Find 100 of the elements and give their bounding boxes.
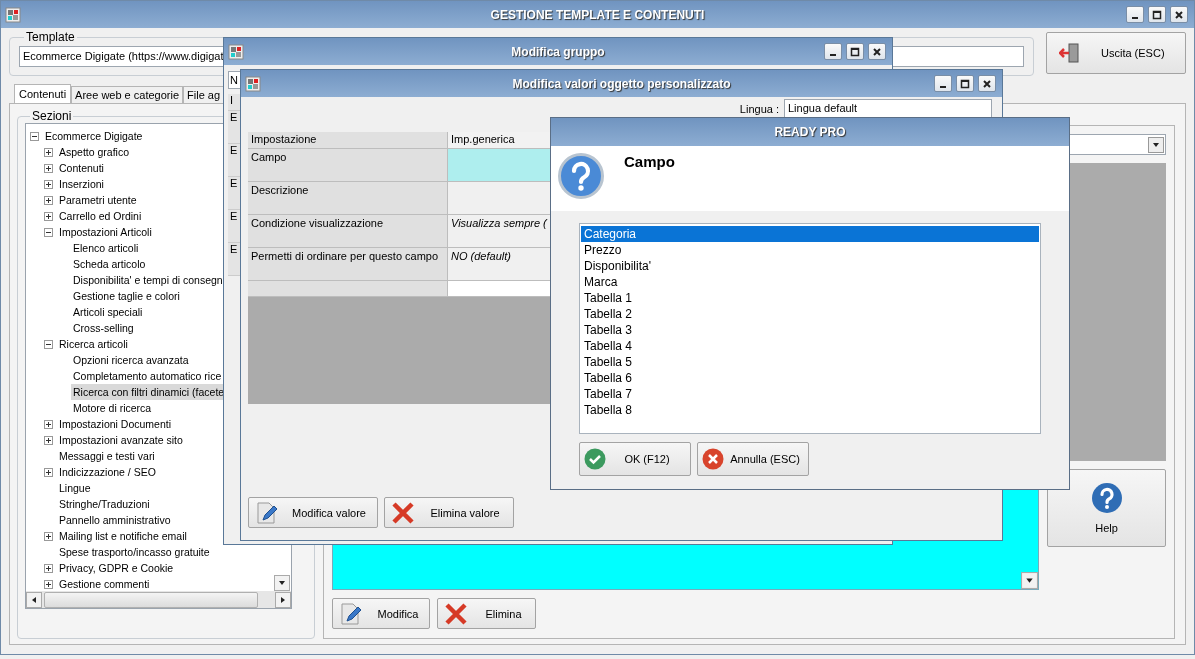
edit-document-icon (339, 601, 363, 626)
language-label: Lingua : (739, 102, 779, 115)
tree-item[interactable]: Motore di ricerca (71, 400, 154, 416)
minimize-icon (1132, 16, 1138, 19)
tree-item[interactable]: Pannello amministrativo (57, 512, 173, 528)
tree-item[interactable]: Stringhe/Traduzioni (57, 496, 152, 512)
close-button[interactable] (1170, 6, 1188, 23)
ok-button[interactable]: OK (F12) (579, 442, 691, 476)
tree-item[interactable]: Aspetto grafico (57, 144, 132, 160)
scroll-down-icon[interactable] (1021, 572, 1038, 589)
expand-icon[interactable] (44, 211, 53, 221)
tree-item[interactable]: Parametri utente (57, 192, 139, 208)
expand-icon[interactable] (44, 563, 53, 573)
expand-icon[interactable] (44, 435, 53, 445)
tree-item[interactable]: Completamento automatico rice (71, 368, 224, 384)
tree-item[interactable]: Cross-selling (71, 320, 136, 336)
question-icon (558, 153, 604, 199)
table-cell: Permetti di ordinare per questo campo (248, 248, 448, 281)
tab[interactable]: Contenuti (14, 84, 72, 103)
close-icon (872, 46, 882, 57)
list-item[interactable]: Tabella 7 (581, 386, 1039, 402)
minimize-icon (830, 53, 836, 56)
minimize-button[interactable] (824, 43, 842, 60)
table-cell: Condizione visualizzazione (248, 215, 448, 248)
list-item[interactable]: Prezzo (581, 242, 1039, 258)
list-item[interactable]: Tabella 2 (581, 306, 1039, 322)
delete-button[interactable]: Elimina (437, 598, 536, 629)
group-label: Sezioni (31, 109, 73, 123)
edit-button[interactable]: Modifica (332, 598, 430, 629)
tab[interactable]: File ag (183, 86, 225, 103)
list-item[interactable]: Tabella 1 (581, 290, 1039, 306)
expand-icon[interactable] (44, 467, 53, 477)
check-icon (584, 448, 606, 470)
app-icon (228, 43, 244, 60)
close-button[interactable] (868, 43, 886, 60)
maximize-button[interactable] (1148, 6, 1166, 23)
tree-item[interactable]: Impostazioni Articoli (57, 224, 154, 240)
window-title: Modifica valori oggetto personalizzato (512, 76, 731, 91)
tree-item[interactable]: Spese trasporto/incasso gratuite (57, 544, 212, 560)
tree-item[interactable]: Gestione taglie e colori (71, 288, 182, 304)
scroll-left-icon[interactable] (26, 591, 42, 608)
scroll-thumb[interactable] (44, 591, 258, 608)
tab[interactable]: Aree web e categorie (71, 86, 184, 103)
list-item[interactable]: Tabella 4 (581, 338, 1039, 354)
tree-item[interactable]: Disponibilita' e tempi di consegn (71, 272, 225, 288)
tree-item[interactable]: Mailing list e notifiche email (57, 528, 189, 544)
delete-button[interactable]: Elimina valore (384, 497, 514, 528)
minimize-button[interactable] (934, 75, 952, 92)
tree-item[interactable]: Carrello ed Ordini (57, 208, 144, 224)
tree-item[interactable]: Ecommerce Digigate (43, 128, 145, 144)
list-item[interactable]: Marca (581, 274, 1039, 290)
help-icon (1090, 482, 1123, 514)
list-item[interactable]: Disponibilita' (581, 258, 1039, 274)
collapse-icon[interactable] (44, 227, 53, 237)
tree-item[interactable]: Impostazioni avanzate sito (57, 432, 185, 448)
maximize-button[interactable] (846, 43, 864, 60)
tree-item[interactable]: Opzioni ricerca avanzata (71, 352, 191, 368)
tree-item[interactable]: Ricerca articoli (57, 336, 130, 352)
tree-item[interactable]: Scheda articolo (71, 256, 148, 272)
tree-item[interactable]: Impostazioni Documenti (57, 416, 174, 432)
cancel-button[interactable]: Annulla (ESC) (697, 442, 809, 476)
tree-item[interactable]: Lingue (57, 480, 93, 496)
help-button[interactable]: Help (1047, 469, 1166, 547)
edit-button[interactable]: Modifica valore (248, 497, 378, 528)
tree-item[interactable]: Contenuti (57, 160, 106, 176)
scroll-down-icon[interactable] (274, 575, 290, 591)
delete-x-icon (391, 500, 415, 525)
minimize-button[interactable] (1126, 6, 1144, 23)
list-item[interactable]: Tabella 3 (581, 322, 1039, 338)
expand-icon[interactable] (44, 531, 53, 541)
exit-door-icon (1059, 42, 1081, 64)
delete-x-icon (444, 601, 468, 626)
expand-icon[interactable] (44, 195, 53, 205)
collapse-icon[interactable] (44, 339, 53, 349)
dialog-heading: Campo (624, 153, 675, 170)
list-item[interactable]: Tabella 8 (581, 402, 1039, 418)
expand-icon[interactable] (44, 147, 53, 157)
tree-item[interactable]: Messaggi e testi vari (57, 448, 157, 464)
maximize-button[interactable] (956, 75, 974, 92)
collapse-icon[interactable] (30, 131, 39, 141)
tree-item[interactable]: Inserzioni (57, 176, 106, 192)
cancel-icon (702, 448, 724, 470)
horizontal-scrollbar[interactable] (26, 591, 291, 608)
expand-icon[interactable] (44, 163, 53, 173)
list-item[interactable]: Categoria (581, 226, 1039, 242)
expand-icon[interactable] (44, 419, 53, 429)
tree-item[interactable]: Privacy, GDPR e Cookie (57, 560, 176, 576)
close-button[interactable] (978, 75, 996, 92)
scroll-right-icon[interactable] (275, 591, 291, 608)
tree-item[interactable]: Gestione commenti (57, 576, 152, 591)
tree-item[interactable]: Indicizzazione / SEO (57, 464, 158, 480)
tree-item[interactable]: Articoli speciali (71, 304, 145, 320)
app-icon (245, 75, 261, 92)
maximize-icon (1152, 9, 1162, 20)
exit-button[interactable]: Uscita (ESC) (1046, 32, 1186, 74)
list-item[interactable]: Tabella 5 (581, 354, 1039, 370)
expand-icon[interactable] (44, 179, 53, 189)
list-item[interactable]: Tabella 6 (581, 370, 1039, 386)
tree-item[interactable]: Elenco articoli (71, 240, 141, 256)
expand-icon[interactable] (44, 579, 53, 589)
